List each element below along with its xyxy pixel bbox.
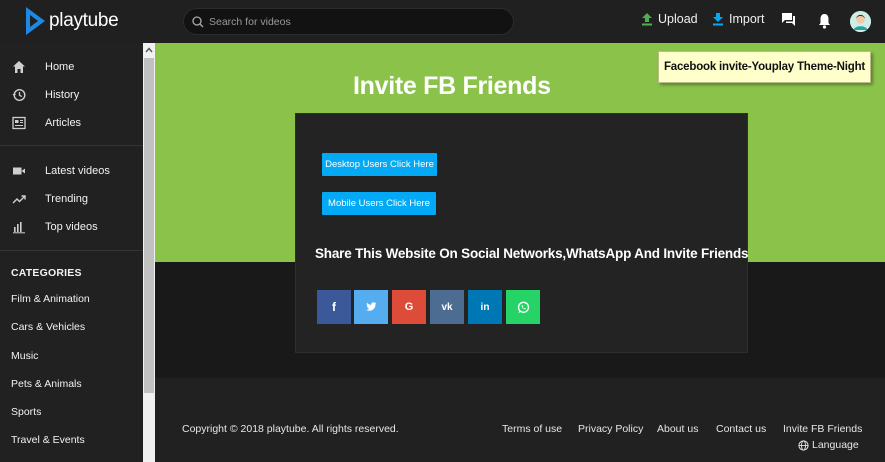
articles-icon	[12, 116, 26, 130]
history-icon	[12, 88, 26, 102]
sidebar-scrollbar[interactable]	[143, 43, 155, 462]
logo-text: playtube	[49, 10, 119, 31]
twitter-icon	[365, 302, 376, 311]
tooltip: Facebook invite-Youplay Theme-Night	[658, 51, 871, 83]
page-title: Invite FB Friends	[353, 72, 551, 100]
category-film-animation[interactable]: Film & Animation	[11, 293, 90, 305]
footer-link-contact[interactable]: Contact us	[716, 423, 766, 435]
facebook-icon: f	[332, 300, 336, 314]
share-google-button[interactable]: G	[392, 290, 426, 324]
language-selector[interactable]: Language	[798, 439, 859, 451]
user-avatar[interactable]	[850, 11, 871, 32]
sidebar: Home History Articles Latest videos Tren…	[0, 43, 143, 462]
categories-heading: CATEGORIES	[11, 267, 82, 279]
sidebar-item-label: Top videos	[45, 221, 98, 233]
import-button[interactable]: Import	[712, 12, 764, 26]
sidebar-divider	[0, 145, 143, 146]
avatar-icon	[850, 11, 871, 32]
trending-icon	[12, 195, 26, 204]
category-cars-vehicles[interactable]: Cars & Vehicles	[11, 321, 85, 333]
sidebar-item-label: Home	[45, 61, 75, 73]
upload-icon	[642, 13, 652, 26]
vk-icon: vk	[441, 301, 453, 313]
share-twitter-button[interactable]	[354, 290, 388, 324]
category-music[interactable]: Music	[11, 350, 38, 362]
upload-label: Upload	[658, 12, 698, 26]
sidebar-item-top-videos[interactable]: Top videos	[0, 213, 143, 241]
logo[interactable]: playtube	[24, 6, 119, 36]
sidebar-item-latest-videos[interactable]: Latest videos	[0, 157, 143, 185]
footer-link-about[interactable]: About us	[657, 423, 698, 435]
sidebar-item-history[interactable]: History	[0, 81, 143, 109]
footer-link-invite[interactable]: Invite FB Friends	[783, 423, 862, 435]
linkedin-icon: in	[480, 301, 490, 313]
copyright-text: Copyright © 2018 playtube. All rights re…	[182, 423, 399, 435]
share-whatsapp-button[interactable]	[506, 290, 540, 324]
share-heading: Share This Website On Social Networks,Wh…	[315, 246, 749, 261]
share-linkedin-button[interactable]: in	[468, 290, 502, 324]
google-icon: G	[404, 301, 414, 313]
desktop-users-button[interactable]: Desktop Users Click Here	[322, 153, 437, 176]
notifications-icon[interactable]	[818, 13, 831, 29]
globe-icon	[798, 439, 809, 451]
chevron-up-icon	[145, 47, 153, 53]
video-camera-icon	[13, 167, 25, 175]
category-pets-animals[interactable]: Pets & Animals	[11, 378, 82, 390]
sidebar-item-trending[interactable]: Trending	[0, 185, 143, 213]
footer-link-terms[interactable]: Terms of use	[502, 423, 562, 435]
scroll-thumb[interactable]	[144, 58, 154, 393]
upload-button[interactable]: Upload	[641, 12, 698, 26]
sidebar-item-label: History	[45, 89, 80, 101]
sidebar-item-label: Trending	[45, 193, 89, 205]
play-logo-icon	[26, 7, 45, 35]
mobile-users-button[interactable]: Mobile Users Click Here	[322, 192, 436, 215]
import-icon	[713, 13, 723, 26]
language-label: Language	[812, 439, 859, 451]
footer	[155, 378, 885, 462]
top-header: playtube Upload Import	[0, 0, 885, 43]
sidebar-divider	[0, 250, 143, 251]
category-sports[interactable]: Sports	[11, 406, 41, 418]
sidebar-item-label: Latest videos	[45, 165, 110, 177]
share-vk-button[interactable]: vk	[430, 290, 464, 324]
bar-chart-icon	[13, 222, 25, 234]
share-facebook-button[interactable]: f	[317, 290, 351, 324]
whatsapp-icon	[517, 301, 529, 313]
sidebar-item-home[interactable]: Home	[0, 53, 143, 81]
import-label: Import	[729, 12, 765, 26]
search-bar[interactable]	[183, 8, 514, 35]
search-input[interactable]	[209, 15, 489, 28]
footer-link-privacy[interactable]: Privacy Policy	[578, 423, 643, 435]
category-travel-events[interactable]: Travel & Events	[11, 434, 85, 446]
sidebar-item-articles[interactable]: Articles	[0, 109, 143, 137]
search-icon	[192, 15, 204, 27]
messages-icon[interactable]	[781, 12, 796, 27]
sidebar-item-label: Articles	[45, 117, 82, 129]
scroll-up-arrow[interactable]	[143, 43, 155, 57]
home-icon	[13, 61, 25, 73]
